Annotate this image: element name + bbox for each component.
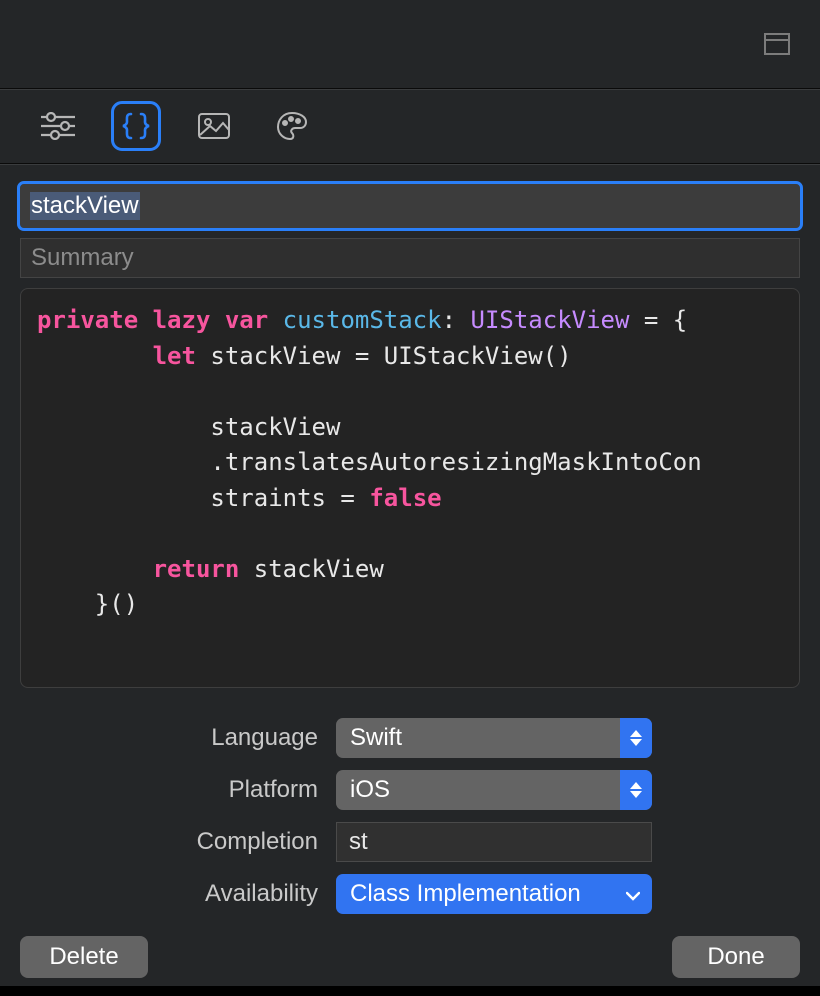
window-icon[interactable]	[764, 33, 790, 55]
completion-input[interactable]	[336, 822, 652, 862]
sliders-icon[interactable]	[36, 104, 80, 148]
platform-value: iOS	[350, 776, 390, 804]
bottom-edge	[0, 986, 820, 996]
platform-label: Platform	[20, 776, 336, 804]
language-value: Swift	[350, 724, 402, 752]
footer: Delete Done	[0, 936, 820, 978]
image-icon[interactable]	[192, 104, 236, 148]
language-label: Language	[20, 724, 336, 752]
code-editor[interactable]: private lazy var customStack: UIStackVie…	[20, 288, 800, 688]
titlebar	[0, 0, 820, 88]
availability-select[interactable]: Class Implementation	[336, 874, 652, 914]
language-select[interactable]: Swift	[336, 718, 652, 758]
availability-label: Availability	[20, 880, 336, 908]
done-button[interactable]: Done	[672, 936, 800, 978]
title-field-wrap: stackView	[20, 184, 800, 228]
code-braces-icon[interactable]	[114, 104, 158, 148]
toolbar	[0, 89, 820, 163]
stepper-icon	[620, 718, 652, 758]
snippet-form: Language Swift Platform iOS Completion A…	[20, 718, 800, 914]
completion-label: Completion	[20, 828, 336, 856]
delete-button[interactable]: Delete	[20, 936, 148, 978]
palette-icon[interactable]	[270, 104, 314, 148]
chevron-down-icon	[626, 880, 640, 908]
snippet-title-input[interactable]	[20, 184, 800, 228]
snippet-summary-input[interactable]	[20, 238, 800, 278]
availability-value: Class Implementation	[350, 880, 581, 908]
stepper-icon	[620, 770, 652, 810]
content: stackView private lazy var customStack: …	[0, 164, 820, 914]
platform-select[interactable]: iOS	[336, 770, 652, 810]
